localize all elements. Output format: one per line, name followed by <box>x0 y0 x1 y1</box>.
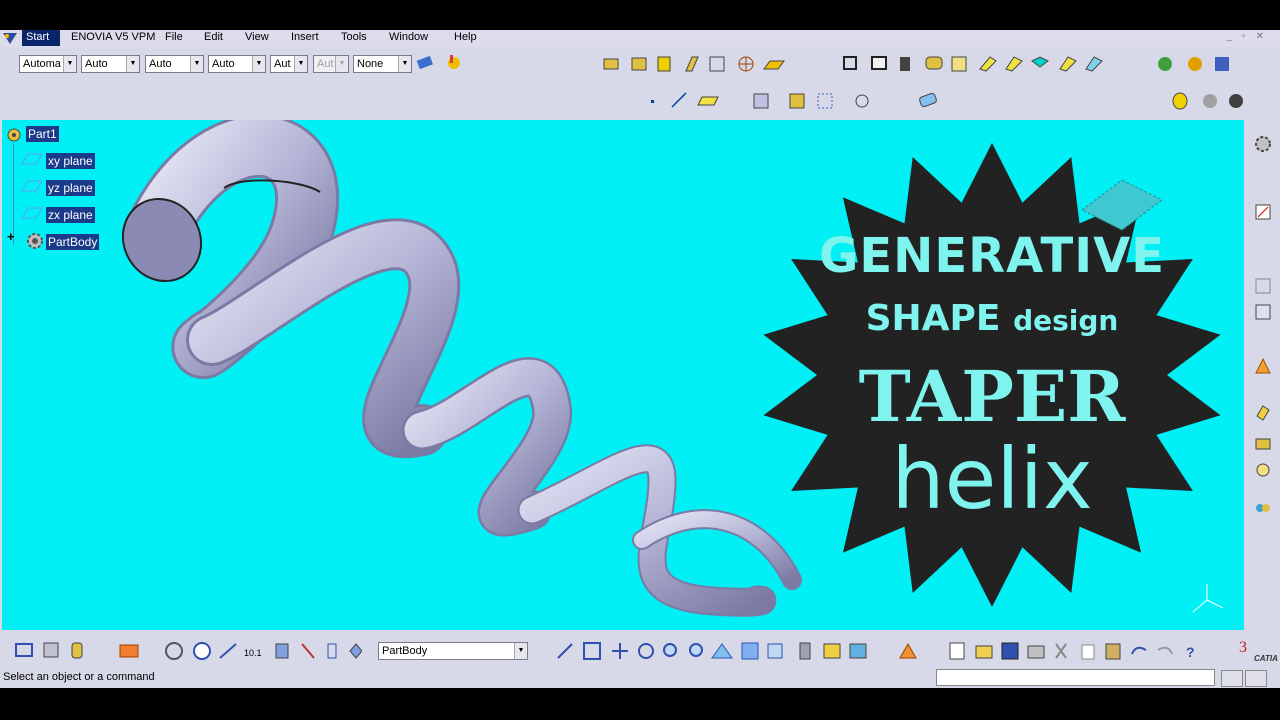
join-icon[interactable] <box>1253 498 1273 518</box>
menu-help[interactable]: Help <box>454 31 477 43</box>
macro-icon[interactable] <box>896 640 920 662</box>
status-button-2[interactable] <box>1245 670 1267 687</box>
command-input[interactable] <box>936 669 1215 686</box>
menu-enovia[interactable]: ENOVIA V5 VPM <box>71 31 155 43</box>
banner-shape-design: SHAPE design <box>757 298 1227 339</box>
generative-shape-icons[interactable] <box>600 53 800 77</box>
surface-icon[interactable] <box>1253 402 1273 422</box>
line-weight-combo[interactable]: Auto ▼ <box>208 55 266 73</box>
settings-gear-icon[interactable] <box>1253 134 1273 154</box>
linetype-combo[interactable]: Aut ▼ <box>270 55 308 73</box>
compass-icon[interactable] <box>1062 170 1172 240</box>
layer-combo[interactable]: None ▼ <box>353 55 412 73</box>
right-toolbar <box>1245 120 1280 630</box>
catia-logo-text: CATIA <box>1254 654 1278 663</box>
window-controls[interactable]: _▫✕ <box>1227 31 1275 42</box>
catia-logo[interactable]: 3 CATIA <box>1236 636 1278 666</box>
banner-taper: TAPER <box>858 355 1126 438</box>
axis-system-icon[interactable] <box>1253 276 1273 296</box>
status-button-1[interactable] <box>1221 670 1243 687</box>
transparency-combo[interactable]: Auto ▼ <box>145 55 204 73</box>
color-combo[interactable]: Auto ▼ <box>81 55 140 73</box>
menu-insert[interactable]: Insert <box>291 31 319 43</box>
painter-icons[interactable] <box>414 53 464 75</box>
menu-view[interactable]: View <box>245 31 269 43</box>
menu-window[interactable]: Window <box>389 31 428 43</box>
bottom-toolbar: 10.1 PartBody ▼ ? 3 CATIA <box>0 632 1280 668</box>
banner-design: design <box>1013 304 1119 337</box>
status-message: Select an object or a command <box>3 671 155 683</box>
sketch-icon[interactable] <box>1253 202 1273 222</box>
view-manipulation-icons[interactable] <box>554 640 874 662</box>
view-tools-icons[interactable]: 10.1 <box>162 640 362 662</box>
surface-operation-icons[interactable] <box>840 53 1110 77</box>
analysis-icons[interactable] <box>750 91 950 111</box>
3d-viewport[interactable]: Part1 xy plane yz plane zx plane + PartB… <box>2 120 1244 630</box>
start-label: Start <box>26 31 50 43</box>
svg-text:?: ? <box>1186 644 1195 660</box>
menu-bar: Start ENOVIA V5 VPM File Edit View Inser… <box>0 30 1280 47</box>
line-type-combo[interactable]: Automa ▼ <box>19 55 77 73</box>
utility-icons[interactable] <box>1170 91 1250 111</box>
sweep-icon[interactable] <box>1253 460 1273 480</box>
banner-shape: SHAPE <box>865 298 1001 339</box>
start-menu[interactable]: Start <box>22 30 60 46</box>
knowledge-icons[interactable] <box>1155 53 1235 77</box>
standard-icons[interactable]: ? <box>946 640 1216 662</box>
banner-helix: helix <box>891 430 1093 528</box>
menu-file[interactable]: File <box>165 31 183 43</box>
catia-app-icon[interactable] <box>2 31 18 45</box>
capture-icon[interactable] <box>118 640 142 662</box>
menu-tools[interactable]: Tools <box>341 31 367 43</box>
status-bar: Select an object or a command <box>0 668 1280 688</box>
part-body-select[interactable]: PartBody ▼ <box>378 642 528 660</box>
wireframe-icons[interactable] <box>640 91 730 111</box>
geometrical-set-icon[interactable] <box>1253 302 1273 322</box>
menu-edit[interactable]: Edit <box>204 31 223 43</box>
point-type-combo: Aut ▼ <box>313 55 349 73</box>
tools-icons[interactable] <box>14 640 124 662</box>
toolbar-area: Automa ▼ Auto ▼ Auto ▼ Auto ▼ Aut ▼ Aut ▼ None… <box>0 47 1280 119</box>
svg-text:10.1: 10.1 <box>244 648 262 658</box>
axis-triad-icon <box>1192 584 1224 613</box>
svg-text:3: 3 <box>1239 639 1247 656</box>
extrude-icon[interactable] <box>1253 434 1273 454</box>
annotation-icon[interactable] <box>1253 356 1273 376</box>
